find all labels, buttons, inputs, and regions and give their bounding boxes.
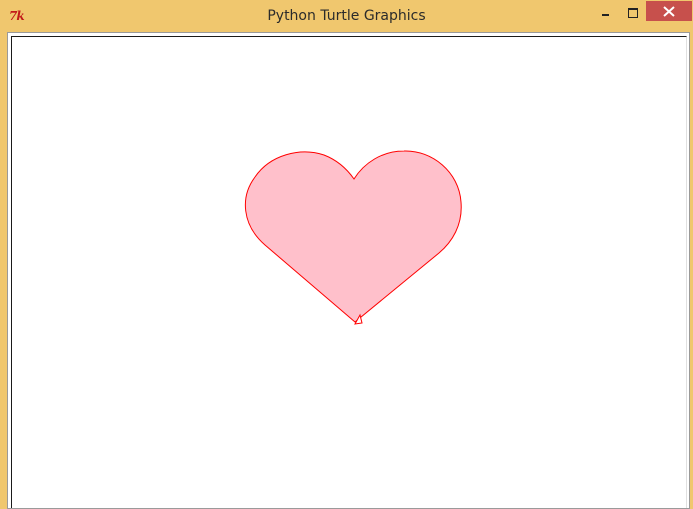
heart-shape <box>244 150 462 323</box>
canvas-frame <box>7 32 690 509</box>
turtle-canvas[interactable] <box>11 36 687 508</box>
minimize-icon <box>602 14 609 16</box>
title-bar[interactable]: 7k Python Turtle Graphics <box>0 0 693 32</box>
minimize-button[interactable] <box>594 4 620 24</box>
window-title: Python Turtle Graphics <box>267 8 426 24</box>
close-icon <box>663 6 675 17</box>
maximize-button[interactable] <box>620 4 646 24</box>
maximize-icon <box>628 8 638 18</box>
drawing-surface <box>244 150 462 325</box>
turtle-window: 7k Python Turtle Graphics <box>0 0 693 509</box>
close-button[interactable] <box>646 1 692 21</box>
